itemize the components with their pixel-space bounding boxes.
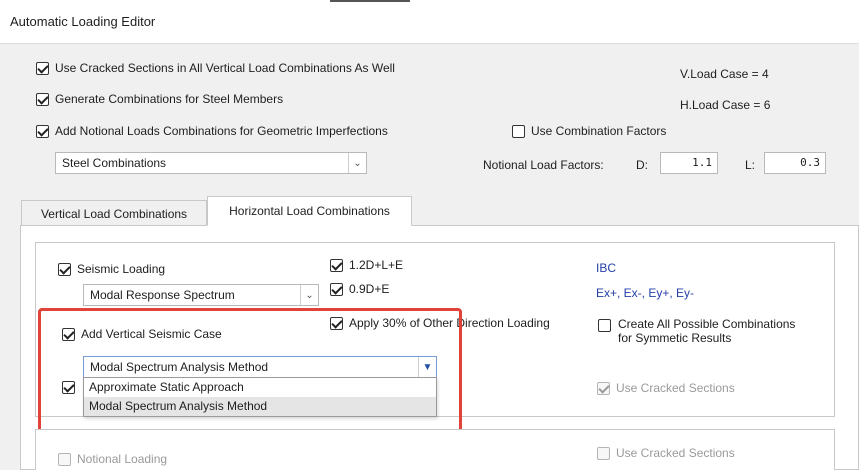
combo-2-label: 0.9D+E (349, 282, 390, 296)
window-edge-line (330, 0, 410, 2)
create-all-label: Create All Possible Combinations (618, 317, 796, 331)
use-cracked-sections-1-checkbox (597, 381, 610, 395)
notional-loading-option: Notional Loading (58, 452, 167, 466)
combo-1-label: 1.2D+L+E (349, 258, 404, 272)
v-load-case: V.Load Case = 4 (680, 67, 769, 81)
tab-vertical-load-combinations[interactable]: Vertical Load Combinations (21, 200, 207, 226)
steel-members-option[interactable]: Generate Combinations for Steel Members (36, 92, 283, 106)
combo-2-checkbox[interactable] (330, 282, 343, 296)
cracked-sections-checkbox[interactable] (36, 61, 49, 75)
l-factor-input[interactable]: 0.3 (764, 152, 826, 174)
create-all-label-2: for Symmetic Results (618, 331, 732, 345)
cracked-sections-option[interactable]: Use Cracked Sections in All Vertical Loa… (36, 61, 395, 75)
combination-select-value: Steel Combinations (62, 156, 167, 170)
tab-horizontal-label: Horizontal Load Combinations (229, 204, 390, 218)
chevron-down-icon[interactable]: ⌄ (300, 285, 318, 305)
use-combination-factors-label: Use Combination Factors (531, 124, 667, 138)
highlight-box (38, 308, 462, 434)
l-label: L: (745, 158, 756, 172)
h-load-case: H.Load Case = 6 (680, 98, 771, 112)
chevron-down-icon[interactable]: ⌄ (348, 153, 366, 173)
use-cracked-sections-2-option: Use Cracked Sections (597, 446, 735, 460)
tab-horizontal-load-combinations[interactable]: Horizontal Load Combinations (207, 196, 412, 226)
create-all-checkbox[interactable] (598, 319, 611, 332)
seismic-loading-option[interactable]: Seismic Loading (58, 262, 165, 276)
tab-vertical-label: Vertical Load Combinations (40, 206, 188, 221)
seismic-method-value: Modal Response Spectrum (90, 288, 235, 302)
use-combination-factors-option[interactable]: Use Combination Factors (512, 124, 666, 138)
steel-members-label: Generate Combinations for Steel Members (55, 92, 284, 106)
notional-loads-checkbox[interactable] (36, 124, 49, 138)
use-cracked-sections-2-checkbox (597, 446, 610, 460)
d-label: D: (636, 158, 648, 172)
use-cracked-sections-2-label: Use Cracked Sections (616, 446, 735, 460)
title-bar: Automatic Loading Editor (0, 0, 859, 44)
seismic-method-select[interactable]: Modal Response Spectrum ⌄ (83, 284, 319, 306)
steel-members-checkbox[interactable] (36, 92, 49, 106)
notional-loads-label: Add Notional Loads Combinations for Geom… (55, 124, 388, 138)
seismic-code: IBC (596, 261, 617, 275)
notional-loading-label: Notional Loading (77, 452, 168, 466)
use-cracked-sections-1-label: Use Cracked Sections (616, 381, 735, 395)
use-combination-factors-checkbox[interactable] (512, 124, 525, 138)
combo-2-option[interactable]: 0.9D+E (330, 282, 389, 296)
combo-1-option[interactable]: 1.2D+L+E (330, 258, 403, 272)
seismic-loading-label: Seismic Loading (77, 262, 166, 276)
combo-1-checkbox[interactable] (330, 258, 343, 272)
window-title: Automatic Loading Editor (10, 14, 156, 29)
notional-factors-label: Notional Load Factors: (483, 158, 604, 172)
cracked-sections-label: Use Cracked Sections in All Vertical Loa… (55, 61, 395, 75)
combination-select[interactable]: Steel Combinations ⌄ (55, 152, 367, 174)
notional-loading-checkbox (58, 452, 71, 466)
seismic-loading-checkbox[interactable] (58, 262, 71, 276)
seismic-cases: Ex+, Ex-, Ey+, Ey- (596, 286, 695, 300)
use-cracked-sections-1-option: Use Cracked Sections (597, 381, 735, 395)
notional-loads-option[interactable]: Add Notional Loads Combinations for Geom… (36, 124, 388, 138)
d-factor-input[interactable]: 1.1 (660, 152, 718, 174)
